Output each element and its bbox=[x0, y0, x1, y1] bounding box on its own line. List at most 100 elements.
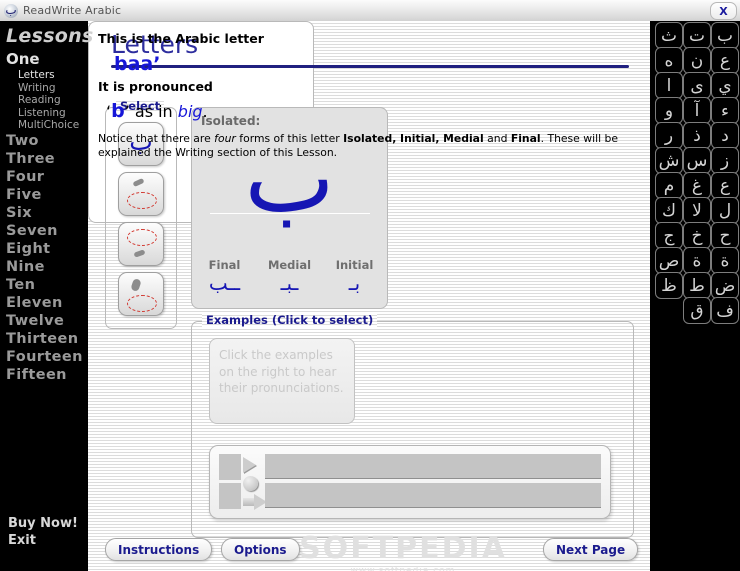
sidebar-subitem-listening[interactable]: Listening bbox=[0, 107, 88, 120]
main-content: Letters Select ب Isolated: ب Final ــب M… bbox=[88, 21, 650, 571]
sidebar-item-lesson-fourteen[interactable]: Fourteen bbox=[0, 348, 88, 366]
letter-info-body: This is the Arabic letter baa’ It is pro… bbox=[98, 29, 642, 159]
instructions-button[interactable]: Instructions bbox=[105, 538, 213, 561]
locked-ellipse-icon bbox=[127, 229, 157, 246]
next-page-button[interactable]: Next Page bbox=[543, 538, 639, 561]
smudge-icon bbox=[130, 278, 142, 292]
alphabet-key[interactable]: ا bbox=[655, 72, 683, 99]
note-final: Final bbox=[510, 132, 541, 145]
sidebar-item-lesson-two[interactable]: Two bbox=[0, 132, 88, 150]
alphabet-key[interactable]: ك bbox=[655, 197, 683, 224]
alphabet-key[interactable]: ط bbox=[683, 272, 711, 299]
info-note: Notice that there are four forms of this… bbox=[98, 132, 642, 159]
alphabet-key[interactable]: ي bbox=[711, 72, 739, 99]
sidebar-item-lesson-eleven[interactable]: Eleven bbox=[0, 294, 88, 312]
select-button-locked-2[interactable] bbox=[118, 222, 164, 266]
sidebar-subitem-writing[interactable]: Writing bbox=[0, 82, 88, 95]
workspace: Lessons One Letters Writing Reading List… bbox=[0, 21, 740, 571]
sidebar-item-lesson-four[interactable]: Four bbox=[0, 168, 88, 186]
form-medial[interactable]: Medial ـبـ bbox=[257, 258, 322, 294]
form-initial-glyph: بـ bbox=[348, 271, 361, 295]
sidebar-subitem-reading[interactable]: Reading bbox=[0, 94, 88, 107]
alphabet-key[interactable]: آ bbox=[683, 97, 711, 124]
alphabet-key[interactable]: لا bbox=[683, 197, 711, 224]
sidebar-item-lesson-one[interactable]: One bbox=[0, 49, 88, 69]
watermark-url: www.softpedia.com bbox=[350, 566, 456, 571]
sidebar-item-lesson-twelve[interactable]: Twelve bbox=[0, 312, 88, 330]
alphabet-key[interactable]: ع bbox=[711, 47, 739, 74]
sidebar-item-lesson-ten[interactable]: Ten bbox=[0, 276, 88, 294]
examples-panel: Examples (Click to select) Click the exa… bbox=[191, 313, 634, 538]
alphabet-key[interactable]: ء bbox=[711, 97, 739, 124]
info-line-2: It is pronounced bbox=[98, 79, 213, 94]
options-button[interactable]: Options bbox=[221, 538, 300, 561]
alphabet-key[interactable]: ح bbox=[711, 222, 739, 249]
alphabet-key[interactable]: ض bbox=[711, 272, 739, 299]
audio-player-inner bbox=[219, 454, 601, 510]
pronunciation-end: . bbox=[202, 102, 208, 121]
alphabet-key[interactable]: ذ bbox=[683, 122, 711, 149]
title-bar: ReadWrite Arabic X bbox=[0, 0, 740, 22]
letter-name: baa’ bbox=[114, 53, 161, 75]
note-italic: four bbox=[214, 132, 236, 145]
sidebar-item-lesson-seven[interactable]: Seven bbox=[0, 222, 88, 240]
example-row-2[interactable] bbox=[265, 483, 601, 508]
alphabet-key[interactable]: م bbox=[655, 172, 683, 199]
close-button[interactable]: X bbox=[710, 2, 737, 20]
alphabet-key[interactable]: غ bbox=[683, 172, 711, 199]
sidebar-item-lesson-eight[interactable]: Eight bbox=[0, 240, 88, 258]
alphabet-key[interactable]: ى bbox=[683, 72, 711, 99]
alphabet-key[interactable]: ه bbox=[655, 47, 683, 74]
sidebar-subitem-letters[interactable]: Letters bbox=[0, 69, 88, 82]
alphabet-key[interactable]: ن bbox=[683, 47, 711, 74]
select-button-locked-3[interactable] bbox=[118, 272, 164, 316]
form-medial-label: Medial bbox=[267, 258, 312, 272]
form-final-glyph: ــب bbox=[208, 271, 241, 295]
sidebar-item-lesson-three[interactable]: Three bbox=[0, 150, 88, 168]
alphabet-key[interactable]: ة bbox=[711, 247, 739, 274]
pronunciation-line: ‘b’ as in big. bbox=[106, 100, 642, 122]
alphabet-key[interactable]: س bbox=[683, 147, 711, 174]
note-forms: Isolated, Initial, Medial bbox=[343, 132, 484, 145]
alphabet-key[interactable]: ة bbox=[683, 247, 711, 274]
sidebar-item-lesson-nine[interactable]: Nine bbox=[0, 258, 88, 276]
lessons-sidebar: Lessons One Letters Writing Reading List… bbox=[0, 21, 93, 571]
alphabet-key[interactable]: و bbox=[655, 97, 683, 124]
smudge-icon bbox=[133, 249, 146, 258]
alphabet-key[interactable]: ت bbox=[683, 22, 711, 49]
alphabet-key[interactable]: ج bbox=[655, 222, 683, 249]
sidebar-item-lesson-fifteen[interactable]: Fifteen bbox=[0, 366, 88, 384]
sidebar-subitem-multichoice[interactable]: MultiChoice bbox=[0, 119, 88, 132]
alphabet-key[interactable]: ز bbox=[711, 147, 739, 174]
alphabet-key[interactable]: ع bbox=[711, 172, 739, 199]
buy-now-link[interactable]: Buy Now! bbox=[0, 515, 88, 532]
locked-ellipse-icon bbox=[127, 192, 157, 209]
sidebar-item-lesson-five[interactable]: Five bbox=[0, 186, 88, 204]
sidebar-item-lesson-six[interactable]: Six bbox=[0, 204, 88, 222]
alphabet-key[interactable]: ر bbox=[655, 122, 683, 149]
control-slot-top bbox=[219, 454, 241, 480]
alphabet-key[interactable]: ظ bbox=[655, 272, 683, 299]
form-final[interactable]: Final ــب bbox=[192, 258, 257, 294]
alphabet-key[interactable]: ل bbox=[711, 197, 739, 224]
alphabet-key[interactable]: ث bbox=[655, 22, 683, 49]
alphabet-key[interactable]: ش bbox=[655, 147, 683, 174]
sidebar-item-lesson-thirteen[interactable]: Thirteen bbox=[0, 330, 88, 348]
audio-player bbox=[209, 445, 611, 519]
smudge-icon bbox=[132, 177, 145, 188]
alphabet-key[interactable]: ص bbox=[655, 247, 683, 274]
alphabet-key[interactable]: ب bbox=[711, 22, 739, 49]
alphabet-key[interactable]: د bbox=[711, 122, 739, 149]
exit-link[interactable]: Exit bbox=[0, 532, 88, 549]
pronunciation-example: big bbox=[177, 102, 203, 121]
alphabet-key[interactable]: ق bbox=[683, 297, 711, 324]
alphabet-panel: ب ت ث ع ن ه ي ى ا ء آ و د ذ ر ز س ش ع غ م ل لا ك ح خ ج ة ة ص ض ط ظ ف ق bbox=[650, 21, 740, 571]
alphabet-key[interactable]: خ bbox=[683, 222, 711, 249]
alphabet-key[interactable]: ف bbox=[711, 297, 739, 324]
select-button-locked-1[interactable] bbox=[118, 172, 164, 216]
form-initial[interactable]: Initial بـ bbox=[322, 258, 387, 294]
note-pre: Notice that there are bbox=[98, 132, 215, 145]
record-icon[interactable] bbox=[243, 476, 258, 491]
example-row-1[interactable] bbox=[265, 454, 601, 479]
play-icon[interactable] bbox=[243, 457, 256, 473]
